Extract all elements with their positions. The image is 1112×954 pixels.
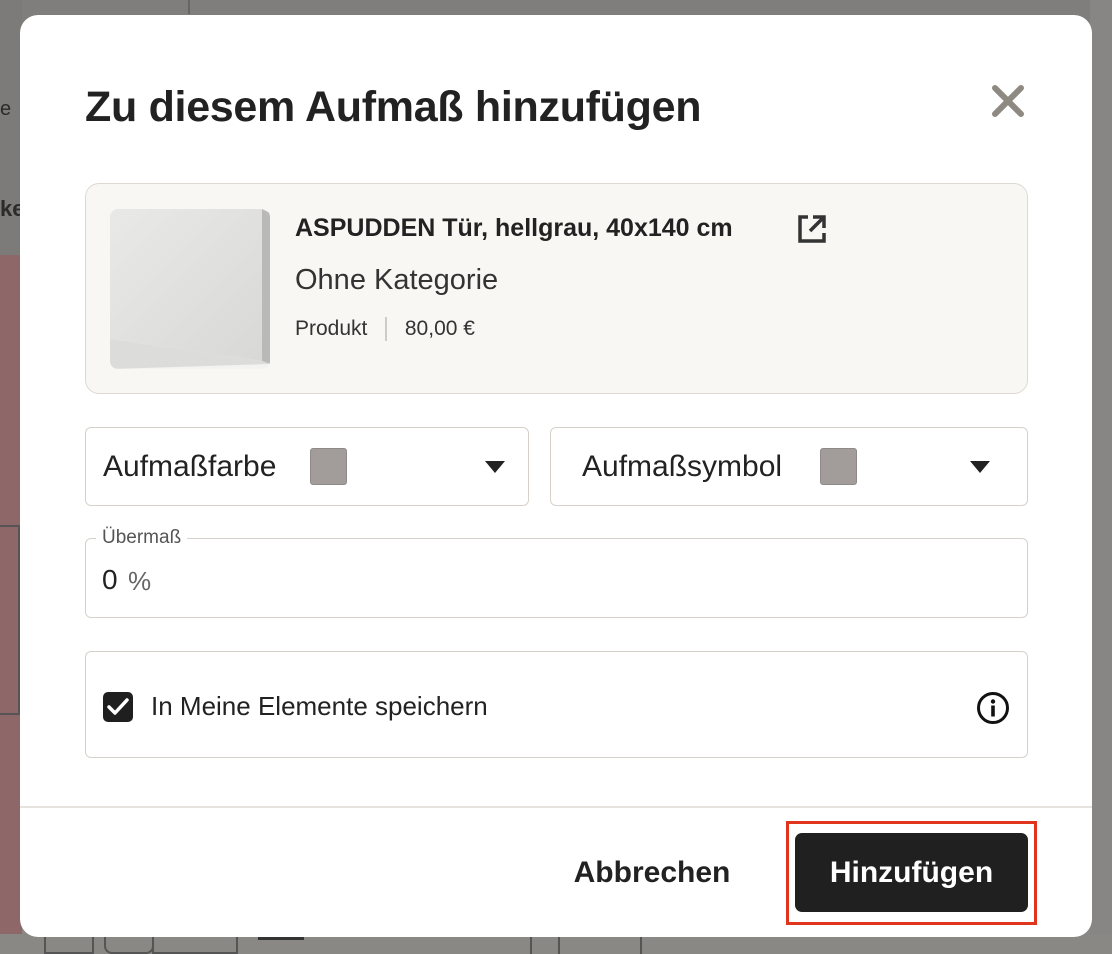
- oversize-field: Übermaß %: [85, 527, 1028, 618]
- bg-shape: [530, 934, 560, 954]
- select-label: Aufmaßfarbe: [103, 450, 277, 483]
- bg-shape: [44, 934, 94, 954]
- product-card: ASPUDDEN Tür, hellgrau, 40x140 cm Ohne K…: [85, 183, 1028, 394]
- product-type: Produkt: [295, 317, 368, 340]
- oversize-label: Übermaß: [96, 527, 188, 549]
- select-label: Aufmaßsymbol: [582, 450, 783, 483]
- info-button[interactable]: [976, 691, 1010, 725]
- save-checkbox-label: In Meine Elemente speichern: [151, 691, 488, 721]
- chevron-down-icon: [970, 461, 990, 473]
- meta-divider: [385, 317, 387, 341]
- product-price: 80,00 €: [404, 317, 475, 340]
- oversize-unit: %: [128, 566, 152, 596]
- bg-text-fragment: e: [0, 98, 12, 120]
- product-meta: Produkt 80,00 €: [295, 317, 475, 341]
- bg-shape: [104, 934, 154, 954]
- bg-floorplan-wall: [0, 525, 20, 715]
- bg-floorplan-bottom: [0, 934, 1112, 954]
- color-swatch: [310, 448, 347, 485]
- bg-shape: [152, 934, 238, 954]
- info-icon: [977, 692, 1009, 724]
- product-image: [110, 209, 270, 369]
- bg-divider: [188, 0, 190, 14]
- close-button[interactable]: [984, 77, 1032, 125]
- external-link-icon: [798, 215, 826, 243]
- open-product-button[interactable]: [795, 212, 829, 246]
- product-name: ASPUDDEN Tür, hellgrau, 40x140 cm: [295, 214, 733, 242]
- oversize-input[interactable]: [102, 564, 122, 596]
- save-to-my-elements-row: In Meine Elemente speichern: [85, 651, 1028, 758]
- measurement-color-select[interactable]: Aufmaßfarbe: [85, 427, 529, 506]
- close-icon: [992, 85, 1024, 117]
- dialog-title: Zu diesem Aufmaß hinzufügen: [85, 83, 702, 131]
- bg-shape: [640, 934, 642, 954]
- measurement-symbol-select[interactable]: Aufmaßsymbol: [550, 427, 1028, 506]
- cancel-button[interactable]: Abbrechen: [552, 835, 752, 911]
- checkmark-icon: [107, 698, 129, 715]
- bg-right-column: [1090, 0, 1112, 954]
- add-button[interactable]: Hinzufügen: [795, 833, 1028, 912]
- footer-divider: [20, 806, 1092, 808]
- chevron-down-icon: [485, 461, 505, 473]
- save-checkbox[interactable]: [103, 692, 133, 722]
- add-to-measurement-dialog: Zu diesem Aufmaß hinzufügen ASPUDDEN Tür…: [20, 15, 1092, 937]
- product-category: Ohne Kategorie: [295, 264, 499, 296]
- symbol-swatch: [820, 448, 857, 485]
